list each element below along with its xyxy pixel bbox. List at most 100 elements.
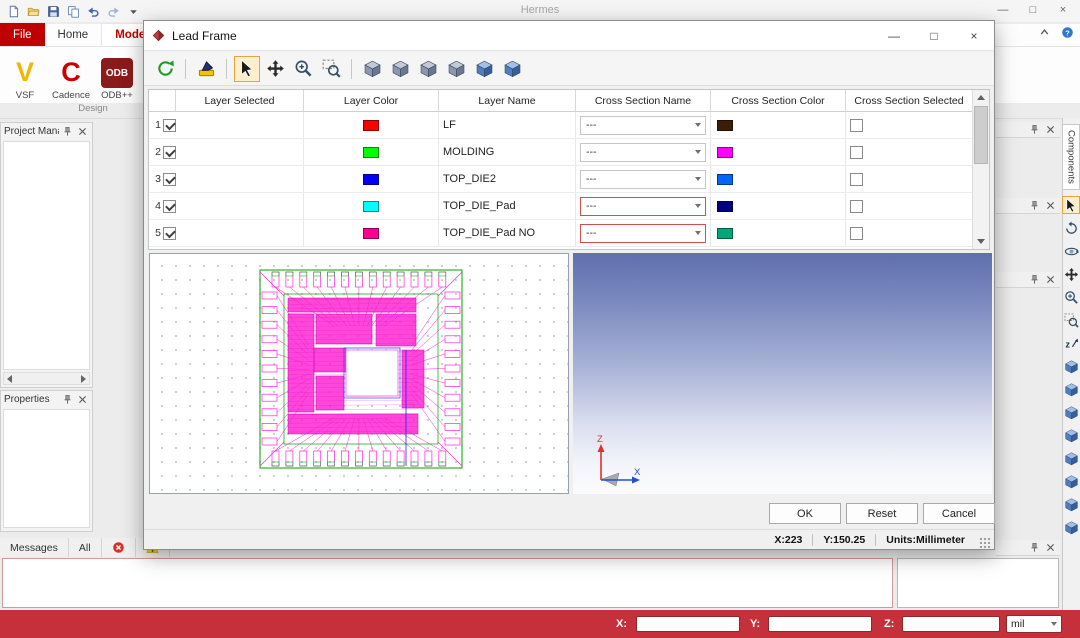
dialog-close-button[interactable]: × — [954, 21, 994, 51]
z-axis-view-button[interactable]: z — [1062, 334, 1080, 352]
3d-view[interactable]: Z X — [573, 253, 992, 494]
layer-color-swatch[interactable] — [363, 174, 379, 185]
zoom-window-button[interactable] — [1062, 311, 1080, 329]
cross-section-name-cell[interactable]: --- — [576, 193, 711, 219]
layer-color-cell[interactable] — [304, 139, 439, 165]
layer-color-swatch[interactable] — [363, 228, 379, 239]
close-icon[interactable] — [76, 393, 89, 406]
view-cube-1-button[interactable] — [1062, 357, 1080, 375]
dialog-titlebar[interactable]: Lead Frame — □ × — [144, 21, 994, 51]
close-icon[interactable] — [1044, 199, 1057, 212]
layer-color-swatch[interactable] — [363, 201, 379, 212]
view-cube-5-button[interactable] — [1062, 449, 1080, 467]
cross-section-color-cell[interactable] — [711, 193, 846, 219]
cross-section-color-swatch[interactable] — [717, 228, 733, 239]
pin-icon[interactable] — [61, 393, 74, 406]
column-header[interactable]: Layer Name — [439, 90, 576, 112]
2d-view[interactable] — [149, 253, 569, 494]
ribbon-collapse-icon[interactable] — [1038, 26, 1051, 39]
cross-section-color-cell[interactable] — [711, 112, 846, 138]
layer-selected-checkbox[interactable] — [163, 119, 176, 132]
cross-section-name-cell[interactable]: --- — [576, 139, 711, 165]
pin-icon[interactable] — [1028, 541, 1041, 554]
pan-view-button[interactable] — [1062, 265, 1080, 283]
help-icon[interactable]: ? — [1061, 26, 1074, 39]
messages-list[interactable] — [2, 558, 893, 608]
table-row[interactable]: 1LF--- — [149, 112, 972, 139]
app-minimize-button[interactable]: — — [988, 0, 1018, 20]
tab-home[interactable]: Home — [45, 23, 102, 46]
layer-selected-checkbox[interactable] — [163, 200, 176, 213]
table-row[interactable]: 3TOP_DIE2--- — [149, 166, 972, 193]
pin-icon[interactable] — [1028, 199, 1041, 212]
cross-section-color-swatch[interactable] — [717, 201, 733, 212]
scroll-up-icon[interactable] — [973, 90, 989, 105]
column-header[interactable]: Layer Color — [304, 90, 439, 112]
horizontal-scrollbar[interactable] — [3, 372, 90, 385]
cross-section-checkbox[interactable] — [850, 227, 863, 240]
reset-button[interactable]: Reset — [846, 503, 918, 524]
close-icon[interactable] — [1044, 541, 1057, 554]
view-cube-4-button[interactable] — [1062, 426, 1080, 444]
cross-section-color-swatch[interactable] — [717, 120, 733, 131]
ribbon-item-odb[interactable]: ODB ODB++ — [98, 49, 136, 101]
view-cube-3-button[interactable] — [1062, 403, 1080, 421]
layer-selected-cell[interactable] — [163, 166, 304, 192]
table-row[interactable]: 2MOLDING--- — [149, 139, 972, 166]
view-cube-6-button[interactable] — [1062, 472, 1080, 490]
app-maximize-button[interactable]: □ — [1018, 0, 1048, 20]
error-filter-button[interactable] — [102, 538, 136, 557]
pin-icon[interactable] — [61, 125, 74, 138]
layer-selected-cell[interactable] — [163, 139, 304, 165]
rotate-view-button[interactable] — [1062, 219, 1080, 237]
z-input[interactable] — [902, 616, 1000, 632]
cancel-button[interactable]: Cancel — [923, 503, 995, 524]
scroll-down-icon[interactable] — [973, 234, 989, 249]
cross-section-checkbox[interactable] — [850, 200, 863, 213]
cross-section-name-cell[interactable]: --- — [576, 166, 711, 192]
scroll-left-icon[interactable] — [7, 375, 12, 383]
messages-tab[interactable]: Messages — [0, 538, 69, 557]
column-header[interactable]: Cross Section Selected — [846, 90, 972, 112]
y-input[interactable] — [768, 616, 872, 632]
cross-section-dropdown[interactable]: --- — [580, 170, 706, 189]
cross-section-selected-cell[interactable] — [846, 193, 972, 219]
table-row[interactable]: 5TOP_DIE_Pad NO--- — [149, 220, 972, 247]
cross-section-checkbox[interactable] — [850, 173, 863, 186]
select-arrow-button[interactable] — [1062, 196, 1080, 214]
cross-section-name-cell[interactable]: --- — [576, 112, 711, 138]
ribbon-item-cadence[interactable]: C Cadence — [52, 49, 90, 101]
pin-icon[interactable] — [1028, 123, 1041, 136]
layer-color-button[interactable] — [193, 56, 219, 82]
orbit-view-button[interactable] — [1062, 242, 1080, 260]
layer-color-cell[interactable] — [304, 220, 439, 246]
close-icon[interactable] — [1044, 273, 1057, 286]
column-header[interactable]: Layer Selected — [176, 90, 304, 112]
scrollbar-thumb[interactable] — [974, 106, 988, 164]
bottom-right-panel[interactable] — [897, 558, 1059, 608]
layer-selected-cell[interactable] — [163, 220, 304, 246]
zoom-in-button[interactable] — [1062, 288, 1080, 306]
properties-header[interactable]: Properties — [1, 391, 92, 408]
zoom-window-button[interactable] — [318, 56, 344, 82]
scroll-right-icon[interactable] — [81, 375, 86, 383]
view-cube-1-button[interactable] — [359, 56, 385, 82]
view-cube-3-button[interactable] — [415, 56, 441, 82]
cross-section-selected-cell[interactable] — [846, 112, 972, 138]
view-cube-6-button[interactable] — [499, 56, 525, 82]
layer-selected-checkbox[interactable] — [163, 227, 176, 240]
cross-section-checkbox[interactable] — [850, 146, 863, 159]
cross-section-dropdown[interactable]: --- — [580, 116, 706, 135]
layer-color-cell[interactable] — [304, 166, 439, 192]
cross-section-dropdown[interactable]: --- — [580, 197, 706, 216]
dialog-maximize-button[interactable]: □ — [914, 21, 954, 51]
layer-selected-checkbox[interactable] — [163, 146, 176, 159]
view-cube-4-button[interactable] — [443, 56, 469, 82]
cross-section-selected-cell[interactable] — [846, 139, 972, 165]
view-cube-2-button[interactable] — [1062, 380, 1080, 398]
table-row[interactable]: 4TOP_DIE_Pad--- — [149, 193, 972, 220]
resize-grip[interactable] — [979, 537, 991, 549]
refresh-button[interactable] — [152, 56, 178, 82]
select-arrow-button[interactable] — [234, 56, 260, 82]
cross-section-color-cell[interactable] — [711, 139, 846, 165]
